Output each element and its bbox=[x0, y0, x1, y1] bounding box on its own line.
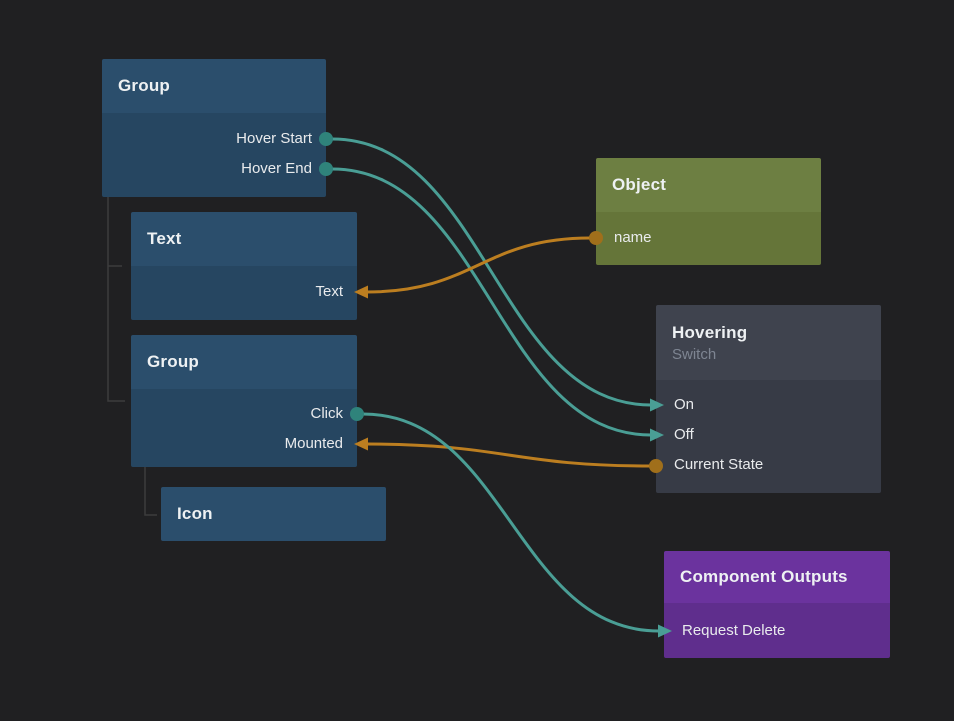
port-off[interactable]: Off bbox=[656, 420, 881, 450]
connection-wire[interactable] bbox=[367, 238, 590, 292]
node-group-1[interactable]: Group Hover Start Hover End bbox=[102, 59, 326, 197]
node-body: Click Mounted bbox=[131, 389, 357, 467]
node-title: Text bbox=[147, 229, 341, 249]
node-component-outputs[interactable]: Component Outputs Request Delete bbox=[664, 551, 890, 658]
node-hovering-switch[interactable]: Hovering Switch On Off Current State bbox=[656, 305, 881, 493]
hierarchy-connector bbox=[145, 467, 157, 515]
node-title: Hovering bbox=[672, 323, 865, 343]
port-text[interactable]: Text bbox=[131, 277, 357, 307]
port-name[interactable]: name bbox=[596, 223, 821, 253]
node-icon[interactable]: Icon bbox=[161, 487, 386, 541]
node-body: Hover Start Hover End bbox=[102, 113, 326, 197]
port-on[interactable]: On bbox=[656, 390, 881, 420]
hierarchy-connector bbox=[108, 197, 125, 401]
node-graph-canvas[interactable]: Group Hover Start Hover End Text Text Gr… bbox=[0, 0, 954, 721]
node-subtitle: Switch bbox=[672, 346, 865, 363]
port-hover-start[interactable]: Hover Start bbox=[102, 124, 326, 154]
node-header[interactable]: Text bbox=[131, 212, 357, 266]
node-title: Group bbox=[147, 352, 341, 372]
node-header[interactable]: Component Outputs bbox=[664, 551, 890, 603]
node-title: Component Outputs bbox=[680, 567, 874, 587]
node-header[interactable]: Object bbox=[596, 158, 821, 212]
connection-wire[interactable] bbox=[363, 414, 659, 631]
node-group-2[interactable]: Group Click Mounted bbox=[131, 335, 357, 467]
node-body: Request Delete bbox=[664, 603, 890, 658]
node-header[interactable]: Hovering Switch bbox=[656, 305, 881, 380]
node-body: On Off Current State bbox=[656, 380, 881, 493]
connection-wire[interactable] bbox=[367, 444, 650, 466]
node-text[interactable]: Text Text bbox=[131, 212, 357, 320]
port-click[interactable]: Click bbox=[131, 399, 357, 429]
port-mounted[interactable]: Mounted bbox=[131, 429, 357, 459]
node-header[interactable]: Group bbox=[131, 335, 357, 389]
node-title: Object bbox=[612, 175, 805, 195]
port-request-delete[interactable]: Request Delete bbox=[664, 616, 890, 646]
node-header[interactable]: Group bbox=[102, 59, 326, 113]
node-object[interactable]: Object name bbox=[596, 158, 821, 265]
port-current-state[interactable]: Current State bbox=[656, 450, 881, 480]
node-body: name bbox=[596, 212, 821, 265]
node-title: Icon bbox=[177, 504, 370, 524]
port-hover-end[interactable]: Hover End bbox=[102, 154, 326, 184]
node-body: Text bbox=[131, 266, 357, 320]
node-title: Group bbox=[118, 76, 310, 96]
